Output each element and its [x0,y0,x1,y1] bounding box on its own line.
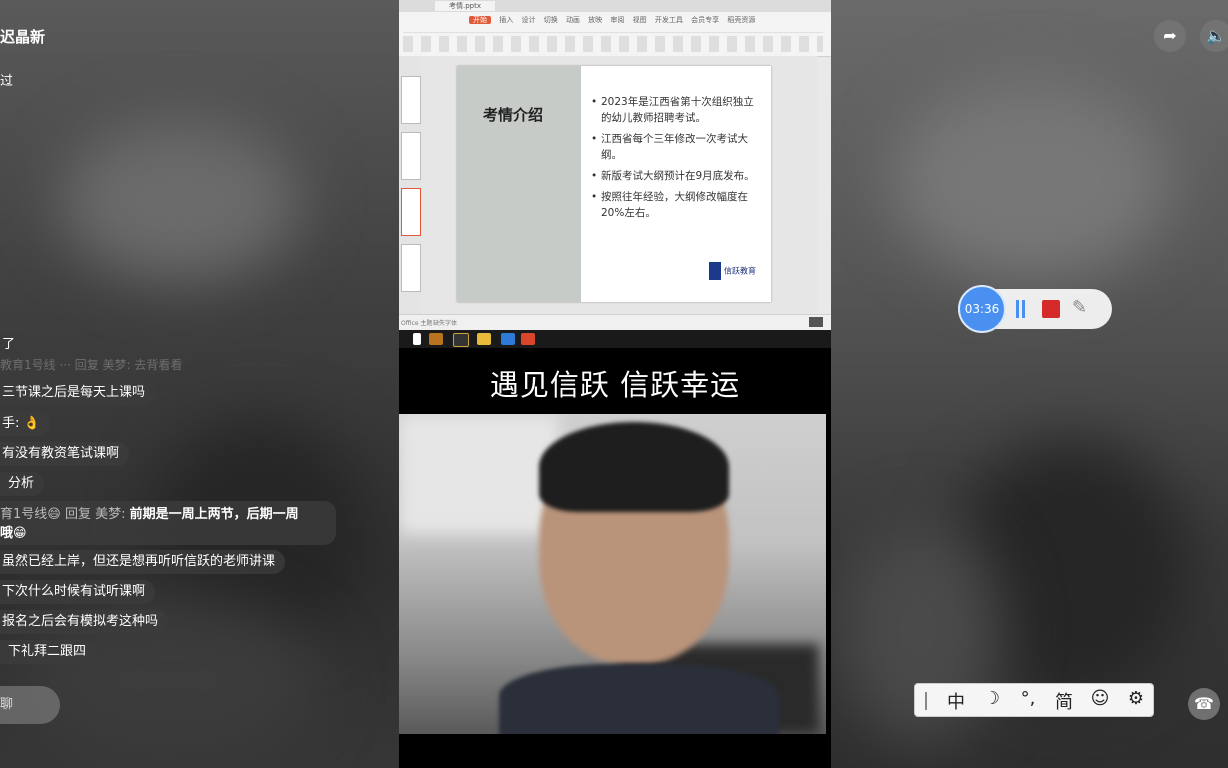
status-font: 缺失字体 [433,320,458,327]
ime-chinese-toggle[interactable]: 中 [943,688,969,714]
simplified-toggle[interactable]: 简 [1051,688,1077,714]
presenter-hair [539,422,729,512]
share-icon[interactable]: ➦ [1154,20,1186,52]
ribbon-tab[interactable]: 设计 [521,16,535,24]
reply-target: 美梦: [95,507,126,522]
right-background [831,0,1228,768]
webcam-feed [399,414,826,734]
brand-logo: 信跃教育 [709,262,756,280]
reply-label: 回复 [64,507,91,522]
presenter-shirt [499,664,779,734]
ime-drag-handle[interactable] [925,692,927,710]
status-theme: Office 主题 [401,320,433,327]
recording-timer: 03:36 [958,285,1006,333]
stream-video: 考情.pptx 开始 插入 设计 切换 动画 放映 审阅 视图 开发工具 会员专… [399,0,831,768]
screen-share-ppt: 考情.pptx 开始 插入 设计 切换 动画 放映 审阅 视图 开发工具 会员专… [399,0,831,330]
current-slide: 考情介绍 2023年是江西省第十次组织独立的幼儿教师招聘考试。 江西省每个三年修… [457,66,771,302]
chat-text-cont: 哦😁 [0,526,27,541]
chat-message-reply: 育1号线😄 回复 美梦: 前期是一周上两节，后期一周 哦😁 [0,501,336,545]
browser-icon[interactable] [501,333,515,345]
host-subtitle: 过 [0,74,14,89]
chat-message: 手: 👌 [0,412,50,436]
punctuation-toggle[interactable]: °, [1015,688,1041,709]
chat-username: 育1号线😄 [0,507,61,522]
chat-text: 前期是一周上两节，后期一周 [129,507,299,522]
phone-icon[interactable]: ☎ [1188,688,1220,720]
chat-message-faded: 教育1号线 ··· 回复 美梦: 去背看看 [0,358,183,372]
folder-icon[interactable] [477,333,491,345]
windows-icon[interactable] [413,333,421,345]
slide-bullet: 新版考试大纲预计在9月底发布。 [591,168,761,184]
volume-icon[interactable]: 🔈 [1200,20,1228,52]
play-icon[interactable] [809,317,823,327]
slide-canvas: 考情介绍 2023年是江西省第十次组织独立的幼儿教师招聘考试。 江西省每个三年修… [421,56,817,314]
chat-message: 下礼拜二跟四 [0,640,97,664]
slide-bullet: 2023年是江西省第十次组织独立的幼儿教师招聘考试。 [591,94,761,126]
moon-icon[interactable]: ☽ [979,688,1005,709]
banner-slogan: 遇见信跃 信跃幸运 [489,368,741,402]
pause-icon[interactable] [1016,300,1019,318]
ribbon-tab[interactable]: 视图 [633,16,647,24]
ppt-statusbar: Office 主题 缺失字体 [399,314,831,330]
windows-taskbar [399,330,831,348]
chat-message: 有没有教资笔试课啊 [0,442,130,466]
ribbon-tab[interactable]: 开始 [469,16,491,24]
slide-title-panel [457,66,581,302]
ribbon-tab[interactable]: 插入 [499,16,513,24]
host-name: 迟晶新 [0,28,46,46]
ribbon-tab[interactable]: 放映 [588,16,602,24]
ribbon-tools[interactable] [403,36,823,52]
app-icon[interactable] [453,333,469,347]
stop-recording-button[interactable] [1042,300,1060,318]
ppt-ribbon-tabs: 开始 插入 设计 切换 动画 放映 审阅 视图 开发工具 会员专享 稻壳资源 [469,15,755,25]
slide-thumbnails[interactable] [399,56,422,316]
chat-message: 三节课之后是每天上课吗 [0,381,156,405]
ribbon-tab[interactable]: 动画 [566,16,580,24]
ribbon-tab[interactable]: 开发工具 [655,16,683,24]
ribbon-tab[interactable]: 审阅 [610,16,624,24]
slide-title: 考情介绍 [483,106,544,124]
chat-input[interactable]: 聊 [0,686,60,724]
gear-icon[interactable]: ⚙ [1123,688,1149,709]
slide-bullets: 2023年是江西省第十次组织独立的幼儿教师招聘考试。 江西省每个三年修改一次考试… [591,94,761,226]
emoji-icon[interactable]: ☺ [1087,688,1113,709]
chat-message: 下次什么时候有试听课啊 [0,580,156,604]
ppt-ribbon: 开始 插入 设计 切换 动画 放映 审阅 视图 开发工具 会员专享 稻壳资源 [399,12,831,57]
chat-message: 报名之后会有模拟考这种吗 [0,610,169,634]
ribbon-tab[interactable]: 切换 [544,16,558,24]
slide-bullet: 按照往年经验，大纲修改幅度在20%左右。 [591,189,761,221]
wps-icon[interactable] [521,333,535,345]
chat-message: 分析 [0,472,45,496]
slide-bullet: 江西省每个三年修改一次考试大纲。 [591,131,761,163]
ribbon-tab[interactable]: 稻壳资源 [727,16,755,24]
chat-message: 了 [0,333,26,357]
chat-message: 虽然已经上岸，但还是想再听听信跃的老师讲课 [0,550,286,574]
ppt-file-tab[interactable]: 考情.pptx [435,1,495,11]
ppt-titlebar: 考情.pptx [399,0,831,12]
ime-toolbar: 中 ☽ °, 简 ☺ ⚙ [914,683,1154,717]
pen-icon[interactable]: ✎ [1072,297,1087,318]
wechat-icon[interactable] [429,333,443,345]
ribbon-tab[interactable]: 会员专享 [691,16,719,24]
